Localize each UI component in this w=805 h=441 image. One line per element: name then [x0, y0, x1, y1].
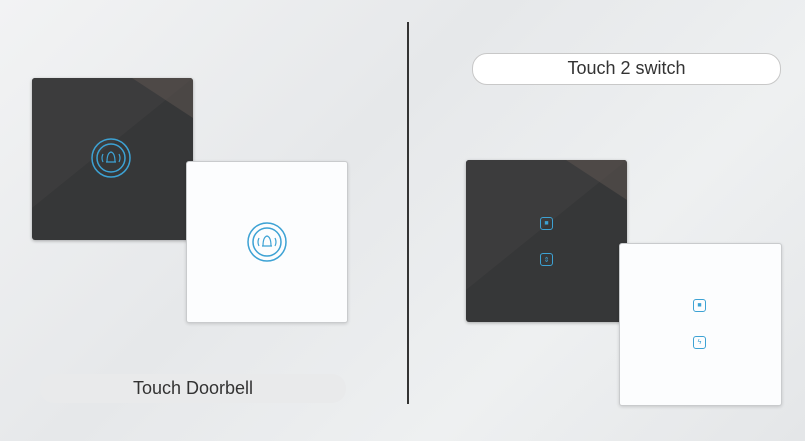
switch-panel-white: ■ ϟ: [619, 243, 782, 406]
curtain-icon[interactable]: ⇕: [540, 253, 553, 266]
doorbell-panel-black: [32, 78, 193, 240]
light-icon[interactable]: ■: [693, 299, 706, 312]
divider: [407, 22, 409, 404]
bell-icon[interactable]: [246, 221, 288, 263]
touch-2-switch-label: Touch 2 switch: [472, 53, 781, 85]
power-icon[interactable]: ϟ: [693, 336, 706, 349]
switch-panel-black: ■ ⇕: [466, 160, 627, 322]
light-icon[interactable]: ■: [540, 217, 553, 230]
touch-doorbell-label: Touch Doorbell: [40, 374, 346, 403]
doorbell-panel-white: [186, 161, 348, 323]
bell-icon[interactable]: [90, 137, 132, 179]
